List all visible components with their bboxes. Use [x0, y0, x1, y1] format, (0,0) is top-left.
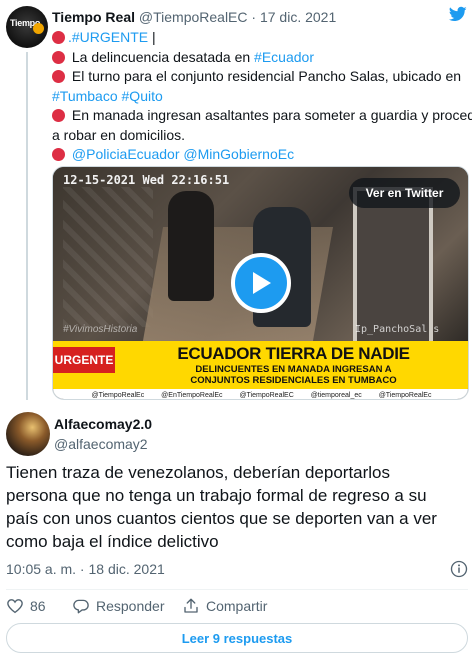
share-button[interactable]: Compartir — [182, 596, 267, 616]
info-icon[interactable] — [450, 560, 468, 578]
social-handle: @TiempoRealEc — [378, 391, 432, 399]
text-line-4: #Tumbaco #Quito — [52, 87, 470, 107]
urgente-tag: URGENTE — [53, 347, 115, 373]
hashtag-ecuador[interactable]: #Ecuador — [254, 49, 314, 65]
tweet-actions: 86 Responder Compartir — [6, 596, 466, 616]
quoted-date[interactable]: 17 dic. 2021 — [260, 9, 336, 25]
header-separator: · — [251, 9, 257, 25]
quoted-author-handle[interactable]: @TiempoRealEC — [139, 9, 248, 25]
quoted-author-name[interactable]: Tiempo Real — [52, 9, 135, 25]
avatar-logo-dot — [33, 23, 44, 34]
banner-sub-line-1: DELINCUENTES EN MANADA INGRESAN A — [195, 364, 392, 375]
video-thumbnail[interactable]: 12-15-2021 Wed 22:16:51 #VivimosHistoria… — [53, 167, 468, 341]
line-6-text: a robar en domicilios. — [52, 126, 186, 143]
line-5-text: En manada ingresan asaltantes para somet… — [68, 107, 472, 123]
quoted-tweet-text: .#URGENTE | La delincuencia desatada en … — [52, 28, 472, 165]
mention-policia-ecuador[interactable]: @PoliciaEcuador — [72, 146, 180, 162]
social-handle: @TiempoRealEC — [239, 391, 294, 399]
mention-min-gobierno-ec[interactable]: @MinGobiernoEc — [183, 146, 294, 162]
red-circle-icon — [52, 70, 65, 83]
reply-button[interactable]: Responder — [72, 596, 165, 616]
red-circle-icon — [52, 50, 65, 64]
thumbnail-person-left — [168, 191, 214, 301]
banner-headline: ECUADOR TIERRA DE NADIE — [177, 344, 410, 363]
tiempo-real-avatar[interactable]: Tiempo — [6, 6, 48, 48]
social-handle: @TiempoRealEc — [91, 391, 145, 399]
reply-text-line: como baja el índice delictivo — [6, 532, 219, 551]
video-media-card[interactable]: 12-15-2021 Wed 22:16:51 #VivimosHistoria… — [52, 166, 469, 400]
line-3-text: El turno para el conjunto residencial Pa… — [68, 68, 462, 84]
text-line-6: a robar en domicilios. — [52, 126, 470, 146]
reply-bubble-icon — [73, 599, 89, 614]
social-handle: @tiemporeal_ec — [310, 391, 362, 399]
thread-line — [26, 52, 28, 400]
heart-icon — [7, 599, 23, 614]
share-label: Compartir — [206, 598, 268, 614]
like-button[interactable]: 86 — [6, 596, 46, 616]
banner-sub-line-2: CONJUNTOS RESIDENCIALES EN TUMBACO — [190, 375, 397, 386]
reply-text-line: Tienen traza de venezolanos, deberían de… — [6, 463, 391, 482]
quoted-tweet[interactable]: Tiempo Tiempo Real @TiempoRealEC · 17 di… — [0, 0, 472, 402]
banner-social-handles: @TiempoRealEc @EnTiempoRealEc @TiempoRea… — [53, 389, 468, 399]
read-replies-button[interactable]: Leer 9 respuestas — [6, 623, 468, 653]
reply-tweet-text: Tienen traza de venezolanos, deberían de… — [6, 461, 468, 553]
text-line-7: @PoliciaEcuador @MinGobiernoEc — [52, 145, 470, 165]
play-icon — [253, 272, 271, 294]
share-icon — [184, 598, 198, 613]
social-handle: @EnTiempoRealEc — [161, 391, 223, 399]
text-line-2: La delincuencia desatada en #Ecuador — [52, 48, 470, 68]
camera-label: Ip_PanchoSal s — [355, 324, 440, 335]
hashtag-urgente[interactable]: .#URGENTE — [68, 29, 148, 45]
play-button[interactable] — [231, 253, 291, 313]
quoted-tweet-header: Tiempo Real @TiempoRealEC · 17 dic. 2021 — [52, 8, 336, 26]
thumbnail-gate — [63, 187, 153, 327]
red-circle-icon — [52, 148, 65, 161]
reply-label: Responder — [96, 598, 165, 614]
view-on-twitter-button[interactable]: Ver en Twitter — [349, 178, 460, 208]
text-line-5: En manada ingresan asaltantes para somet… — [52, 106, 472, 126]
video-watermark: #VivimosHistoria — [63, 324, 138, 335]
twitter-bird-icon[interactable] — [448, 5, 468, 23]
reply-text-line: país con unos cuantos cientos que se dep… — [6, 509, 437, 528]
divider — [6, 589, 468, 590]
red-circle-icon — [52, 109, 65, 122]
like-count: 86 — [30, 598, 46, 614]
line-1-tail: | — [148, 29, 156, 45]
reply-timestamp[interactable]: 10:05 a. m. · 18 dic. 2021 — [6, 561, 165, 577]
red-circle-icon — [52, 31, 65, 44]
reply-author-name[interactable]: Alfaecomay2.0 — [54, 416, 152, 432]
text-line-1: .#URGENTE | — [52, 28, 470, 48]
thumbnail-door — [353, 187, 433, 341]
line-2-text: La delincuencia desatada en — [68, 48, 255, 65]
alfaecomay-avatar[interactable] — [6, 412, 50, 456]
hashtag-tumbaco[interactable]: #Tumbaco — [52, 88, 118, 104]
banner-subtitle: DELINCUENTES EN MANADA INGRESAN A CONJUN… — [121, 364, 466, 386]
hashtag-quito[interactable]: #Quito — [122, 88, 163, 104]
news-banner: URGENTE ECUADOR TIERRA DE NADIE DELINCUE… — [53, 341, 468, 389]
text-line-3: El turno para el conjunto residencial Pa… — [52, 67, 470, 87]
reply-author-handle[interactable]: @alfaecomay2 — [54, 436, 148, 452]
cctv-timestamp: 12-15-2021 Wed 22:16:51 — [63, 173, 230, 187]
reply-text-line: persona que no tenga un trabajo formal d… — [6, 486, 427, 505]
